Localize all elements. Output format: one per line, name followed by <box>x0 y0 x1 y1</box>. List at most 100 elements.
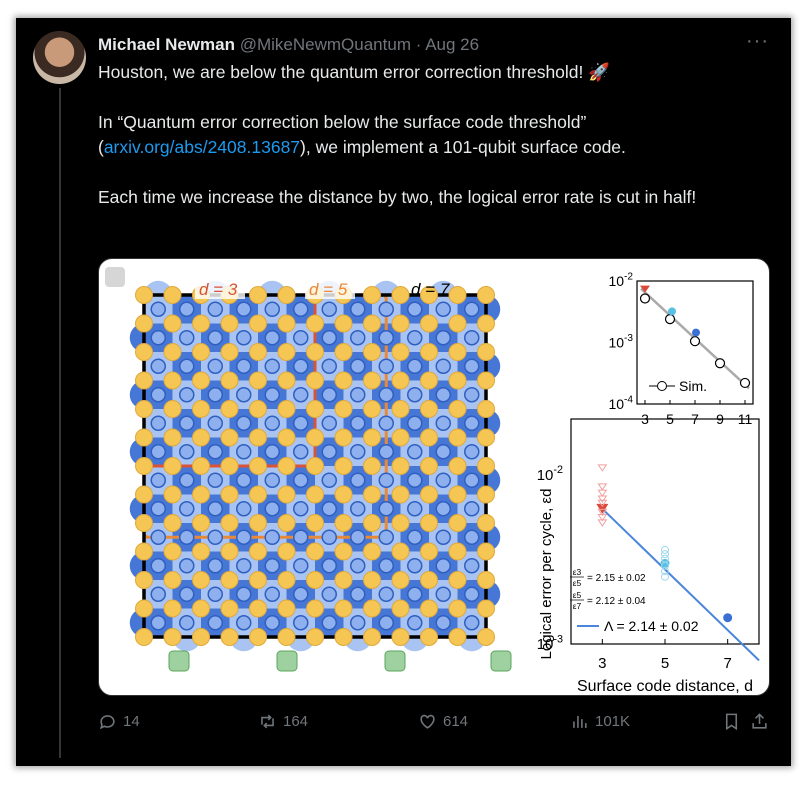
more-options-icon[interactable]: ··· <box>746 30 769 53</box>
inset-x-tick-label: 9 <box>716 411 724 427</box>
data-qubit <box>391 514 410 532</box>
reply-button[interactable]: 14 <box>98 712 140 731</box>
repost-button[interactable]: 164 <box>258 712 308 731</box>
arxiv-link[interactable]: arxiv.org/abs/2408.13687 <box>104 137 300 157</box>
data-qubit <box>306 514 324 532</box>
data-qubit <box>334 599 353 618</box>
data-qubit <box>448 428 467 447</box>
measure-qubit <box>236 586 252 602</box>
measure-qubit <box>378 387 394 403</box>
measure-qubit <box>236 501 252 517</box>
measure-qubit <box>435 472 451 488</box>
measure-qubit <box>179 501 195 517</box>
data-qubit <box>220 599 239 618</box>
inset-x-tick-label: 7 <box>691 411 699 427</box>
data-qubit <box>334 371 353 390</box>
tweet-date[interactable]: Aug 26 <box>425 35 479 54</box>
share-button[interactable] <box>750 712 769 731</box>
tweet-line-1: Houston, we are below the quantum error … <box>98 62 611 82</box>
measure-qubit <box>150 415 166 431</box>
measure-qubit <box>264 387 280 403</box>
data-qubit <box>249 599 267 618</box>
measure-qubit <box>321 529 337 545</box>
measure-qubit <box>407 501 423 517</box>
measure-qubit <box>378 615 394 631</box>
measure-qubit <box>236 415 252 431</box>
data-qubit <box>391 286 410 304</box>
sample-marker <box>597 483 608 491</box>
measure-qubit <box>350 387 366 403</box>
measure-qubit <box>321 387 337 403</box>
like-count: 614 <box>443 713 469 730</box>
measure-qubit <box>464 558 480 574</box>
measure-qubit <box>464 387 480 403</box>
data-qubit <box>277 628 296 646</box>
views-button[interactable]: 101K <box>570 712 630 731</box>
measure-qubit <box>150 615 166 631</box>
measure-qubit <box>236 358 252 374</box>
data-qubit <box>363 371 381 390</box>
data-qubit <box>334 457 353 475</box>
data-qubit <box>448 343 467 361</box>
inset-y-tick-label: 10-4 <box>608 395 633 412</box>
measure-qubit <box>293 472 309 488</box>
data-qubit <box>163 371 182 390</box>
data-qubit <box>163 286 182 304</box>
data-qubit <box>249 371 267 390</box>
measure-qubit <box>207 301 223 317</box>
measure-qubit <box>236 615 252 631</box>
measure-qubit <box>264 586 280 602</box>
measure-qubit <box>264 330 280 346</box>
data-qubit <box>363 628 381 646</box>
data-qubit <box>334 428 353 447</box>
measure-qubit <box>407 444 423 460</box>
ratio1-frac-den: ε5 <box>573 578 582 588</box>
data-qubit <box>192 343 210 361</box>
tweet-image[interactable]: d = 3 d = 5 d = 7 3 5 7 10-2 10-3 Surface code d… <box>98 258 770 696</box>
measure-qubit <box>179 330 195 346</box>
data-qubit <box>363 343 381 361</box>
data-qubit <box>420 400 438 418</box>
measure-qubit <box>264 415 280 431</box>
data-qubit <box>249 628 267 646</box>
measure-qubit <box>264 301 280 317</box>
data-qubit <box>363 286 381 304</box>
data-qubit <box>192 371 210 390</box>
data-qubit <box>135 571 153 589</box>
data-qubit <box>249 428 267 447</box>
avatar[interactable] <box>33 31 86 84</box>
data-qubit <box>420 343 438 361</box>
fit-line <box>601 508 760 662</box>
data-qubit <box>477 428 495 447</box>
measure-qubit <box>435 558 451 574</box>
data-qubit <box>135 485 153 504</box>
data-qubit <box>277 343 296 361</box>
tweet-header: Michael Newman @MikeNewmQuantum · Aug 26 <box>98 35 479 55</box>
data-qubit <box>135 514 153 532</box>
measure-qubit <box>378 301 394 317</box>
data-qubit <box>448 371 467 390</box>
author-name[interactable]: Michael Newman <box>98 35 235 54</box>
measure-qubit <box>179 472 195 488</box>
data-qubit <box>249 343 267 361</box>
author-handle[interactable]: @MikeNewmQuantum <box>240 35 411 54</box>
spare-qubit <box>276 650 298 672</box>
measure-qubit <box>378 330 394 346</box>
data-qubit <box>420 514 438 532</box>
bookmark-icon <box>725 713 738 731</box>
data-qubit <box>363 400 381 418</box>
data-qubit <box>163 542 182 561</box>
data-qubit <box>220 542 239 561</box>
measure-qubit <box>350 558 366 574</box>
data-qubit <box>363 599 381 618</box>
measure-qubit <box>179 444 195 460</box>
measure-qubit <box>407 558 423 574</box>
measure-qubit <box>207 472 223 488</box>
bookmark-button[interactable] <box>722 712 741 731</box>
inset-x-tick-label: 5 <box>666 411 674 427</box>
data-qubit <box>277 314 296 333</box>
data-qubit <box>220 400 239 418</box>
data-qubit <box>192 457 210 475</box>
like-button[interactable]: 614 <box>418 712 468 731</box>
data-qubit <box>135 542 153 561</box>
